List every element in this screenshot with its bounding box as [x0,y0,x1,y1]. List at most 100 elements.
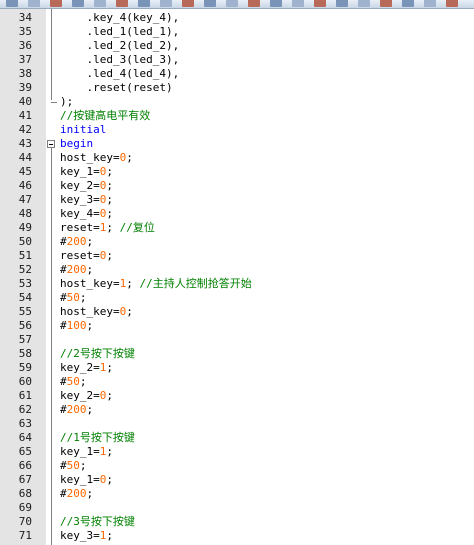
code-line[interactable]: #100; [60,319,93,333]
line-number: 62 [18,403,32,416]
code-line[interactable]: #50; [60,375,87,389]
undo-icon[interactable] [6,0,18,7]
code-line[interactable]: //2号按下按键 [60,347,135,361]
code-line[interactable]: begin [60,137,93,151]
code-line[interactable]: key_2=1; [60,361,113,375]
zoom-icon[interactable] [270,0,282,7]
code-text: ; [86,403,94,416]
doc-icon[interactable] [292,0,304,7]
ansi-icon[interactable] [380,0,392,7]
code-line[interactable]: key_3=0; [60,193,113,207]
code-line[interactable]: reset=0; [60,249,113,263]
code-text: # [60,459,67,472]
code-line[interactable]: key_1=1; [60,445,113,459]
copy-icon[interactable] [94,0,106,7]
code-text: ; [106,529,113,542]
code-line[interactable]: .led_2(led_2), [60,39,180,53]
view-icon[interactable] [424,0,436,7]
code-text: key_4= [60,207,100,220]
indent-icon[interactable] [160,0,172,7]
code-line[interactable]: host_key=0; [60,305,133,319]
code-line[interactable]: initial [60,123,106,137]
code-line[interactable]: //按键高电平有效 [60,109,150,123]
code-text: ; [106,249,113,262]
fold-toggle-icon[interactable] [47,140,55,148]
macro-icon[interactable] [248,0,260,7]
code-text: key_3= [60,193,100,206]
code-text: .led_2(led_2), [86,39,180,52]
code-text: reset= [60,221,100,234]
code-comment: //按键高电平有效 [60,109,151,122]
find-icon[interactable] [204,0,216,7]
code-text: .led_3(led_3), [86,53,180,66]
code-text: ; [86,319,94,332]
outdent-icon[interactable] [182,0,194,7]
code-text: ; [86,263,94,276]
code-line[interactable]: key_3=1; [60,529,113,543]
code-text: # [60,235,67,248]
code-line[interactable]: #50; [60,459,87,473]
line-number: 60 [18,375,32,388]
code-line[interactable]: host_key=0; [60,151,133,165]
code-text: ; [86,487,94,500]
code-line[interactable]: key_1=0; [60,473,113,487]
code-line[interactable]: key_1=0; [60,165,113,179]
code-line[interactable]: key_4=0; [60,207,113,221]
print-icon[interactable] [50,0,62,7]
code-line[interactable]: key_2=0; [60,179,113,193]
code-line[interactable]: key_2=0; [60,389,113,403]
code-line[interactable]: host_key=1; //主持人控制抢答开始 [60,277,252,291]
code-text: ; [106,473,113,486]
code-line[interactable]: //3号按下按键 [60,515,135,529]
line-number: 68 [18,487,32,500]
code-text: .reset(reset) [86,81,173,94]
code-text: key_2= [60,179,100,192]
code-line[interactable]: #50; [60,291,87,305]
line-number: 45 [18,165,32,178]
record-icon[interactable] [336,0,348,7]
code-line[interactable]: .led_4(led_4), [60,67,180,81]
stop-icon[interactable] [314,0,326,7]
code-line[interactable]: .reset(reset) [60,81,173,95]
code-number: 50 [66,375,80,388]
code-number: 200 [66,487,87,500]
code-text: ); [60,95,74,108]
code-line[interactable]: //1号按下按键 [60,431,135,445]
code-text: host_key= [60,305,120,318]
code-text: key_1= [60,445,100,458]
line-number: 37 [18,53,32,66]
fold-guide-line [51,148,52,545]
code-line[interactable]: .led_1(led_1), [60,25,180,39]
code-text: key_2= [60,361,100,374]
delete-icon[interactable] [138,0,150,7]
code-number: 200 [66,263,87,276]
code-line[interactable]: #200; [60,235,93,249]
code-line[interactable]: ); [60,95,73,109]
wrap-icon[interactable] [402,0,414,7]
paste-icon[interactable] [116,0,128,7]
code-line[interactable]: .key_4(key_4), [60,11,180,25]
redo-icon[interactable] [28,0,40,7]
play-icon[interactable] [358,0,370,7]
line-number: 50 [18,235,32,248]
code-line[interactable]: #200; [60,263,93,277]
code-editor[interactable]: .key_4(key_4), .led_1(led_1), .led_2(led… [59,9,474,545]
code-line[interactable]: #200; [60,487,93,501]
line-number: 52 [18,263,32,276]
code-text: key_1= [60,165,100,178]
code-number: 50 [66,291,80,304]
cut-icon[interactable] [72,0,84,7]
code-line[interactable]: #200; [60,403,93,417]
code-text: key_2= [60,389,100,402]
code-text: ; [79,459,87,472]
code-line[interactable]: .led_3(led_3), [60,53,180,67]
replace-icon[interactable] [226,0,238,7]
code-text: ; [106,207,113,220]
code-line[interactable]: reset=1; //复位 [60,221,155,235]
code-text: ; [106,221,120,234]
code-text: # [60,403,67,416]
settings-icon[interactable] [446,0,458,7]
